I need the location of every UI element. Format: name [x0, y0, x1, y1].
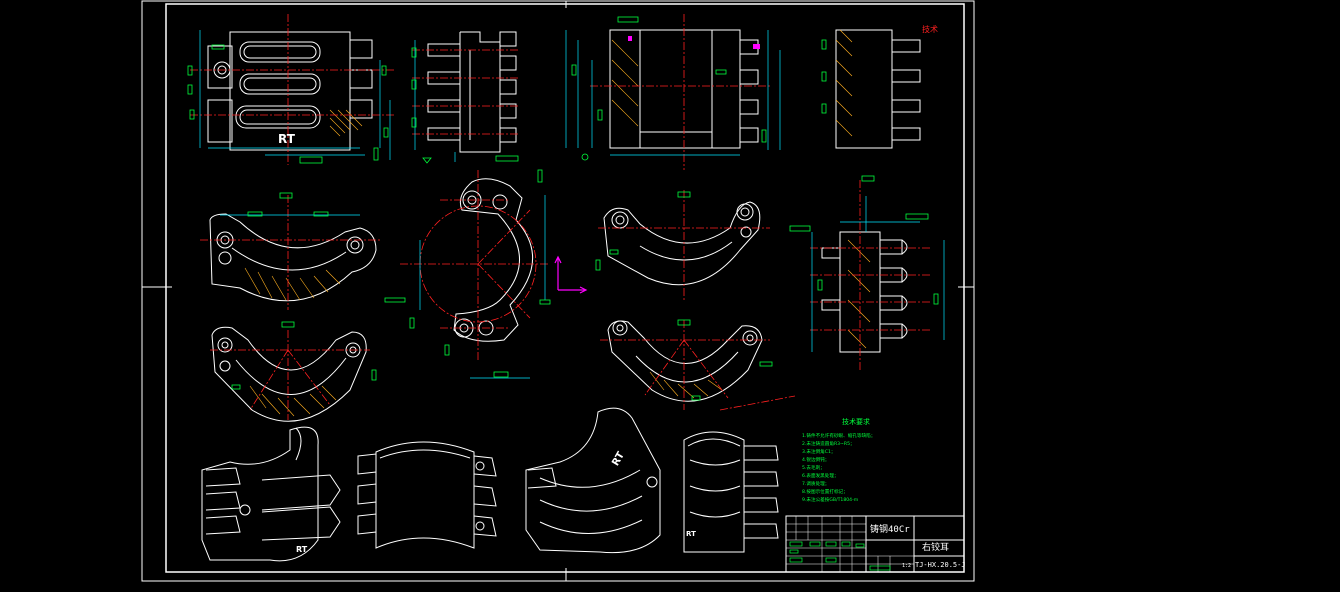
corner-note: 技术: [922, 24, 938, 34]
logo-rt-iso4: RT: [686, 530, 696, 538]
drawing-number: TJ-HX.20.5-J: [915, 561, 966, 569]
note-line: 8.按图示位置打标记；: [802, 488, 848, 495]
cad-drawing-canvas: RT 技术 RT RT RT 技术要求 1.铸件不允许有砂眼、缩孔等缺陷； 2.…: [0, 0, 1340, 592]
note-line: 1.铸件不允许有砂眼、缩孔等缺陷；: [802, 432, 875, 439]
note-line: 7.调质处理；: [802, 480, 829, 487]
logo-rt-front: RT: [278, 132, 296, 146]
notes-title: 技术要求: [842, 417, 870, 426]
note-line: 9.未注公差按GB/T1804-m: [802, 496, 859, 503]
material-label: 铸钢40Cr: [870, 523, 910, 535]
note-line: 4.锐边倒钝；: [802, 456, 829, 463]
note-line: 3.未注倒角C1；: [802, 448, 835, 455]
note-line: 2.未注铸造圆角R3~R5；: [802, 440, 855, 447]
note-line: 5.去毛刺；: [802, 464, 825, 471]
note-line: 6.表面发黑处理；: [802, 472, 839, 479]
logo-rt-iso1: RT: [296, 545, 308, 554]
part-name-label: 右铰耳: [922, 541, 949, 553]
scale-label: 1:2: [902, 563, 911, 569]
